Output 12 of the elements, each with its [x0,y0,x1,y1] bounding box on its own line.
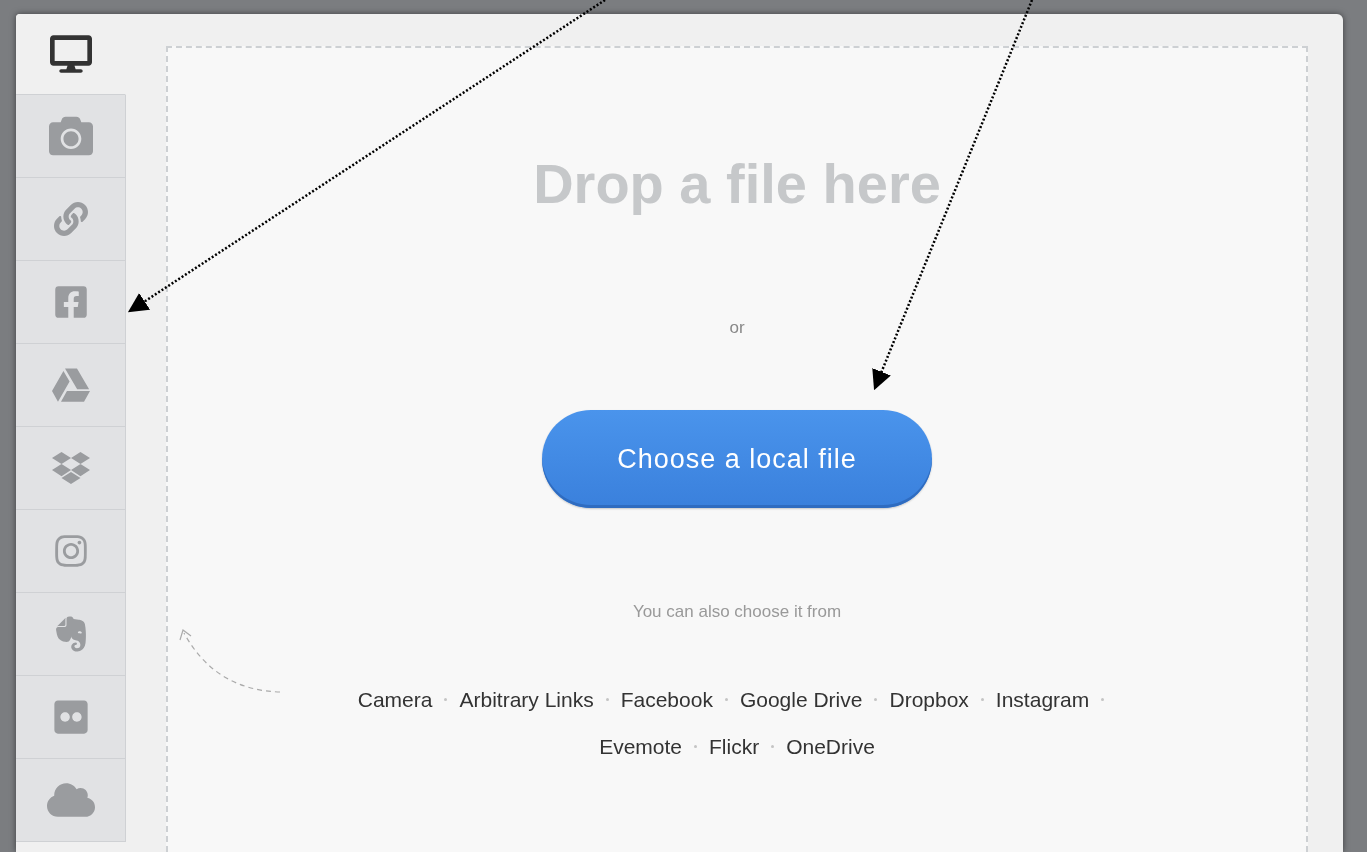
source-link[interactable]: OneDrive [786,735,875,758]
source-link[interactable]: Flickr [709,735,760,758]
hint-text: You can also choose it from [632,602,842,622]
source-link[interactable]: Google Drive [739,688,863,711]
source-link[interactable]: Evemote [599,735,682,758]
source-link[interactable]: Arbitrary Links [459,688,594,711]
source-link[interactable]: Facebook [620,688,713,711]
or-text: or [729,318,745,338]
source-link[interactable]: Instagram [995,688,1090,711]
choose-file-button[interactable]: Choose a local file [542,410,932,508]
source-link[interactable]: Dropbox [889,688,969,711]
source-link[interactable]: Camera [357,688,433,711]
